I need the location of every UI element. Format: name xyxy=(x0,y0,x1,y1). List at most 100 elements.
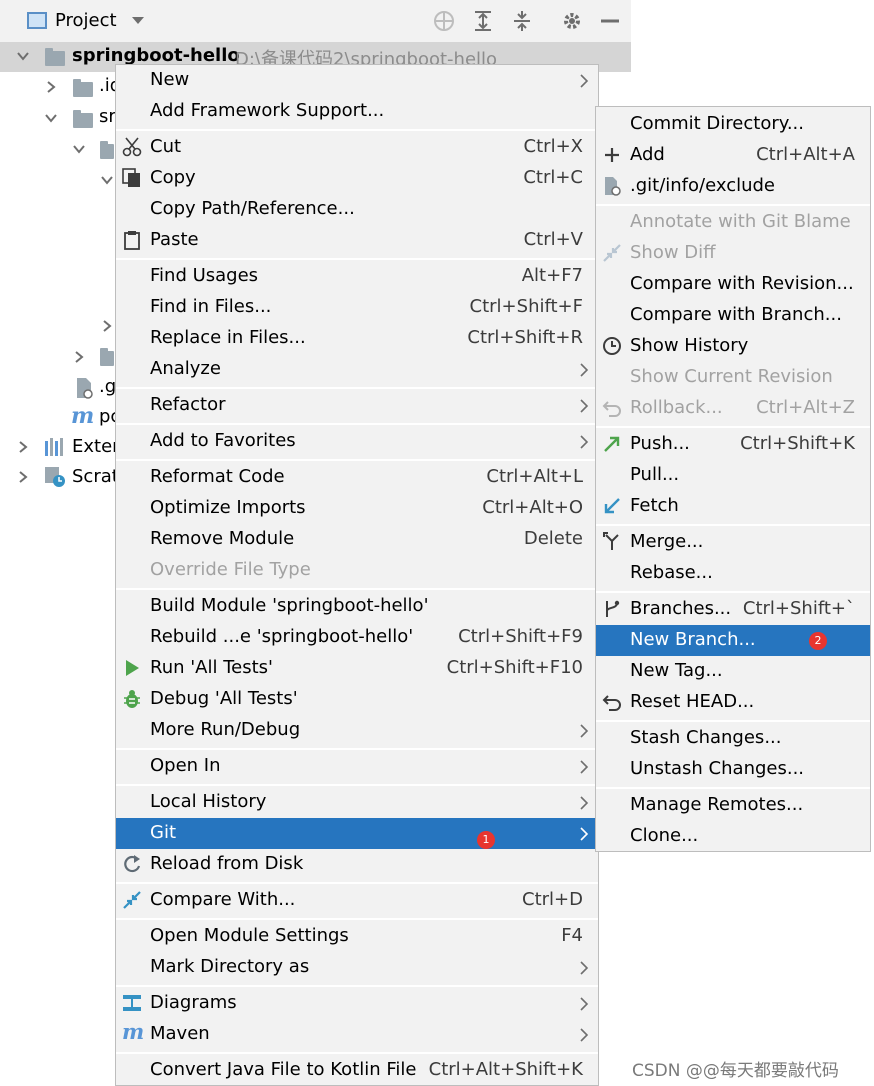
menu-item-stash[interactable]: Stash Changes... xyxy=(596,723,870,754)
tree-row-external[interactable]: Exter xyxy=(72,436,120,457)
menu-item-branches[interactable]: Branches... Ctrl+Shift+` xyxy=(596,594,870,625)
menu-item-git[interactable]: Git xyxy=(116,818,598,849)
module-folder-icon xyxy=(45,48,65,66)
menu-item-merge[interactable]: Merge... xyxy=(596,527,870,558)
submenu-arrow-icon xyxy=(580,827,589,841)
menu-separator xyxy=(596,787,870,789)
menu-item-convert-kotlin[interactable]: Convert Java File to Kotlin File Ctrl+Alt… xyxy=(116,1055,598,1086)
menu-item-build-module[interactable]: Build Module 'springboot-hello' xyxy=(116,591,598,622)
submenu-arrow-icon xyxy=(580,760,589,774)
menu-item-local-history[interactable]: Local History xyxy=(116,787,598,818)
menu-item-pull[interactable]: Pull... xyxy=(596,460,870,491)
menu-item-clone[interactable]: Clone... xyxy=(596,821,870,852)
diagram-icon xyxy=(123,995,141,1011)
menu-item-reset-head[interactable]: Reset HEAD... xyxy=(596,687,870,718)
menu-item-find-usages[interactable]: Find Usages Alt+F7 xyxy=(116,261,598,292)
menu-item-remove-module[interactable]: Remove Module Delete xyxy=(116,524,598,555)
menu-item-git-exclude[interactable]: .git/info/exclude xyxy=(596,171,870,202)
folder-icon xyxy=(100,141,114,159)
locate-icon[interactable] xyxy=(432,9,456,33)
menu-separator xyxy=(116,748,598,750)
chevron-right-icon[interactable] xyxy=(17,441,29,453)
chevron-down-icon[interactable] xyxy=(45,112,57,124)
push-arrow-icon xyxy=(604,436,620,452)
chevron-down-icon[interactable] xyxy=(101,174,113,186)
project-toolbar: Project xyxy=(0,0,631,42)
menu-item-reload-from-disk[interactable]: Reload from Disk xyxy=(116,849,598,880)
menu-item-run-tests[interactable]: Run 'All Tests' Ctrl+Shift+F10 xyxy=(116,653,598,684)
chevron-right-icon[interactable] xyxy=(101,320,113,332)
menu-item-more-run-debug[interactable]: More Run/Debug xyxy=(116,715,598,746)
menu-item-find-in-files[interactable]: Find in Files... Ctrl+Shift+F xyxy=(116,292,598,323)
folder-icon xyxy=(73,110,93,128)
menu-item-mark-directory[interactable]: Mark Directory as xyxy=(116,952,598,983)
menu-item-commit-directory[interactable]: Commit Directory... xyxy=(596,109,870,140)
menu-separator xyxy=(596,591,870,593)
tree-row-scratches[interactable]: Scrat xyxy=(72,466,119,487)
menu-item-paste[interactable]: Paste Ctrl+V xyxy=(116,225,598,256)
menu-item-maven[interactable]: m Maven xyxy=(116,1019,598,1050)
menu-item-copy[interactable]: Copy Ctrl+C xyxy=(116,163,598,194)
project-view-title[interactable]: Project xyxy=(55,10,117,31)
menu-item-optimize-imports[interactable]: Optimize Imports Ctrl+Alt+O xyxy=(116,493,598,524)
menu-item-diagrams[interactable]: Diagrams xyxy=(116,988,598,1019)
menu-item-module-settings[interactable]: Open Module Settings F4 xyxy=(116,921,598,952)
chevron-down-icon[interactable] xyxy=(17,50,29,62)
menu-item-show-history[interactable]: Show History xyxy=(596,331,870,362)
menu-item-compare-revision[interactable]: Compare with Revision... xyxy=(596,269,870,300)
chevron-right-icon[interactable] xyxy=(45,81,57,93)
menu-item-annotate[interactable]: Annotate with Git Blame xyxy=(596,207,870,238)
menu-item-new-branch[interactable]: New Branch... xyxy=(596,625,870,656)
refresh-icon xyxy=(124,855,141,873)
menu-item-override-file-type[interactable]: Override File Type xyxy=(116,555,598,586)
menu-item-refactor[interactable]: Refactor xyxy=(116,390,598,421)
chevron-right-icon[interactable] xyxy=(73,351,85,363)
menu-item-add[interactable]: Add Ctrl+Alt+A xyxy=(596,140,870,171)
menu-item-rebase[interactable]: Rebase... xyxy=(596,558,870,589)
menu-item-analyze[interactable]: Analyze xyxy=(116,354,598,385)
libraries-icon xyxy=(45,438,63,456)
menu-item-manage-remotes[interactable]: Manage Remotes... xyxy=(596,790,870,821)
menu-item-add-favorites[interactable]: Add to Favorites xyxy=(116,426,598,457)
menu-item-debug-tests[interactable]: Debug 'All Tests' xyxy=(116,684,598,715)
menu-item-show-diff[interactable]: Show Diff xyxy=(596,238,870,269)
collapse-all-icon[interactable] xyxy=(510,9,534,33)
minimize-icon[interactable] xyxy=(598,9,622,33)
menu-item-compare-branch[interactable]: Compare with Branch... xyxy=(596,300,870,331)
menu-separator xyxy=(116,258,598,260)
menu-item-new[interactable]: New xyxy=(116,65,598,96)
root-module-name: springboot-hello xyxy=(72,45,240,66)
menu-item-push[interactable]: Push... Ctrl+Shift+K xyxy=(596,429,870,460)
menu-item-show-current-revision[interactable]: Show Current Revision xyxy=(596,362,870,393)
maven-icon: m xyxy=(71,403,95,429)
menu-item-rebuild[interactable]: Rebuild ...e 'springboot-hello' Ctrl+Shif… xyxy=(116,622,598,653)
menu-separator xyxy=(116,985,598,987)
menu-item-unstash[interactable]: Unstash Changes... xyxy=(596,754,870,785)
chevron-right-icon[interactable] xyxy=(17,471,29,483)
menu-item-reformat[interactable]: Reformat Code Ctrl+Alt+L xyxy=(116,462,598,493)
menu-item-rollback[interactable]: Rollback... Ctrl+Alt+Z xyxy=(596,393,870,424)
gear-icon[interactable] xyxy=(560,9,584,33)
menu-item-copy-path[interactable]: Copy Path/Reference... xyxy=(116,194,598,225)
menu-item-compare-with[interactable]: Compare With... Ctrl+D xyxy=(116,885,598,916)
clock-icon xyxy=(603,337,621,355)
tree-row-gitignore[interactable]: .g xyxy=(99,376,116,397)
project-view-icon[interactable] xyxy=(27,12,47,29)
git-submenu: Commit Directory... Add Ctrl+Alt+A .git/i… xyxy=(595,106,871,852)
copy-icon xyxy=(122,168,140,187)
menu-item-add-framework[interactable]: Add Framework Support... xyxy=(116,96,598,127)
menu-item-cut[interactable]: Cut Ctrl+X xyxy=(116,132,598,163)
menu-item-open-in[interactable]: Open In xyxy=(116,751,598,782)
tree-row-src[interactable]: sr xyxy=(99,106,116,127)
menu-item-new-tag[interactable]: New Tag... xyxy=(596,656,870,687)
chevron-down-icon[interactable] xyxy=(131,16,145,26)
menu-separator xyxy=(116,882,598,884)
chevron-down-icon[interactable] xyxy=(73,143,85,155)
submenu-arrow-icon xyxy=(580,724,589,738)
menu-separator xyxy=(116,387,598,389)
menu-item-fetch[interactable]: Fetch xyxy=(596,491,870,522)
expand-all-icon[interactable] xyxy=(471,9,495,33)
menu-item-replace-in-files[interactable]: Replace in Files... Ctrl+Shift+R xyxy=(116,323,598,354)
merge-icon xyxy=(603,532,619,550)
menu-separator xyxy=(596,204,870,206)
